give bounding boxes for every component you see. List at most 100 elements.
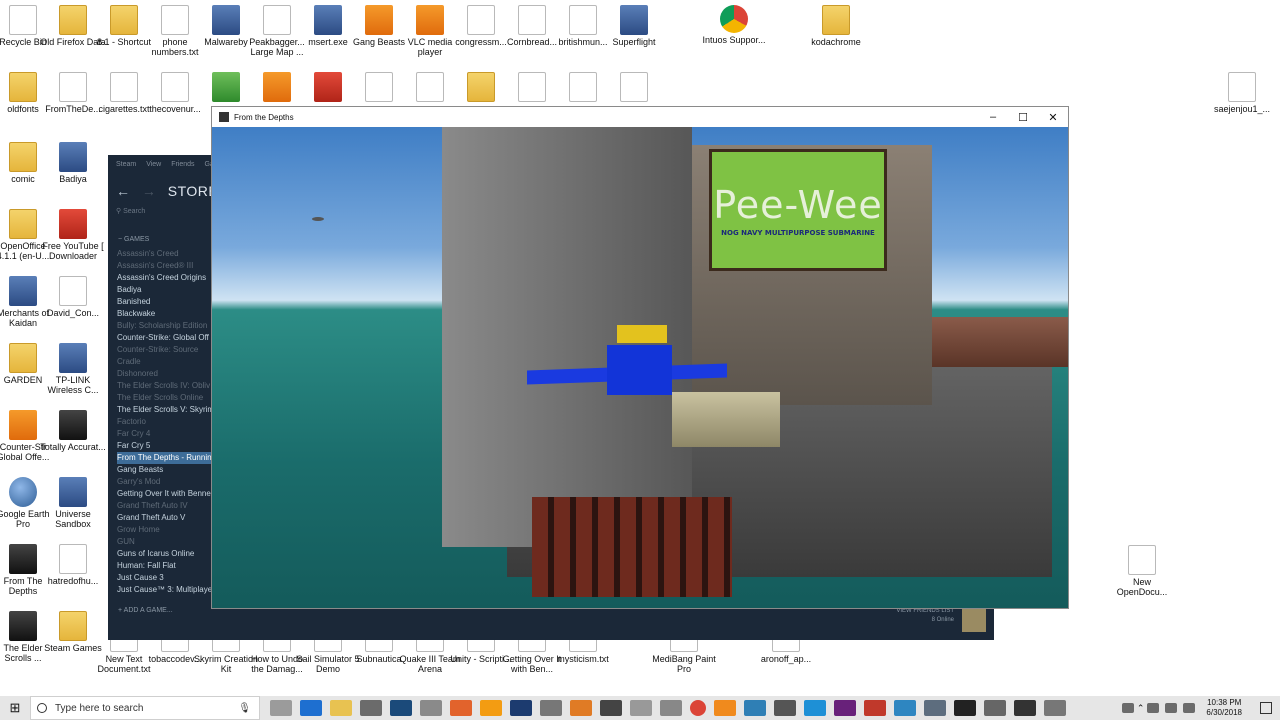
list-item[interactable]: From The Depths - Runnin <box>117 452 219 464</box>
microphone-icon[interactable]: 🎙 <box>238 703 251 714</box>
desktop-icon[interactable]: New OpenDocu... <box>1109 545 1175 597</box>
list-item[interactable]: Assassin's Creed® III <box>117 260 219 272</box>
add-game-button[interactable]: + ADD A GAME... <box>118 607 173 614</box>
list-item[interactable]: The Elder Scrolls IV: Obliv <box>117 380 219 392</box>
desktop-icon[interactable]: Intuos Suppor... <box>701 5 767 45</box>
list-item[interactable]: Grand Theft Auto IV <box>117 500 219 512</box>
list-item[interactable]: Bully: Scholarship Edition <box>117 320 219 332</box>
desktop-icon[interactable]: kodachrome <box>803 5 869 47</box>
close-button[interactable]: ✕ <box>1038 111 1068 124</box>
list-item[interactable]: Guns of Icarus Online <box>117 548 219 560</box>
avatar[interactable] <box>962 608 986 632</box>
app-icon[interactable] <box>420 700 442 716</box>
list-item[interactable]: Just Cause 3 <box>117 572 219 584</box>
list-item[interactable]: Far Cry 5 <box>117 440 219 452</box>
list-item[interactable]: Factorio <box>117 416 219 428</box>
desktop-icon[interactable]: Superflight <box>601 5 667 47</box>
library-search-input[interactable]: ⚲ Search <box>116 207 216 221</box>
app-icon[interactable] <box>744 700 766 716</box>
steam-menu-view[interactable]: View <box>146 161 161 168</box>
forward-arrow-icon[interactable]: → <box>142 183 156 199</box>
search-placeholder: Search <box>123 208 146 215</box>
steam-icon[interactable] <box>390 700 412 716</box>
list-item[interactable]: The Elder Scrolls Online <box>117 392 219 404</box>
app-icon[interactable] <box>984 700 1006 716</box>
list-item[interactable]: Counter-Strike: Source <box>117 344 219 356</box>
notifications-icon[interactable] <box>1260 702 1272 714</box>
title-bar[interactable]: From the Depths – ☐ ✕ <box>212 107 1068 127</box>
illustrator-icon[interactable] <box>480 700 502 716</box>
app-icon[interactable] <box>774 700 796 716</box>
games-section-header[interactable]: − GAMES <box>118 236 149 243</box>
desktop-icon[interactable]: saejenjou1_... <box>1209 72 1275 114</box>
desktop-icon[interactable]: Badiya <box>40 142 106 184</box>
visual-studio-icon[interactable] <box>834 700 856 716</box>
file-explorer-icon[interactable] <box>330 700 352 716</box>
desktop-icon[interactable]: Universe Sandbox <box>40 477 106 529</box>
taskbar-search-input[interactable]: Type here to search 🎙 <box>30 696 260 720</box>
app-icon[interactable] <box>924 700 946 716</box>
windows-icon[interactable]: ⊞ <box>0 700 30 716</box>
network-icon[interactable] <box>1147 703 1160 713</box>
list-item[interactable]: Badiya <box>117 284 219 296</box>
app-icon[interactable] <box>894 700 916 716</box>
app-icon[interactable] <box>1044 700 1066 716</box>
from-the-depths-icon <box>9 544 37 574</box>
steam-menu-steam[interactable]: Steam <box>116 161 136 168</box>
desktop-icon[interactable] <box>601 72 667 104</box>
chrome-icon[interactable] <box>690 700 706 716</box>
zoom-icon[interactable] <box>570 700 592 716</box>
maximize-button[interactable]: ☐ <box>1008 111 1038 124</box>
list-item[interactable]: The Elder Scrolls V: Skyrim <box>117 404 219 416</box>
list-item[interactable]: Grand Theft Auto V <box>117 512 219 524</box>
minimize-button[interactable]: – <box>978 111 1008 123</box>
list-item[interactable]: Counter-Strike: Global Off <box>117 332 219 344</box>
desktop-icon[interactable]: Totally Accurat... <box>40 410 106 452</box>
list-item[interactable]: Garry's Mod <box>117 476 219 488</box>
store-icon[interactable] <box>360 700 382 716</box>
folder-icon <box>59 5 87 35</box>
app-icon[interactable] <box>540 700 562 716</box>
game-viewport[interactable]: Pee-Wee NOG NAVY MULTIPURPOSE SUBMARINE <box>212 127 1068 608</box>
list-item[interactable]: Assassin's Creed <box>117 248 219 260</box>
list-item[interactable]: Human: Fall Flat <box>117 560 219 572</box>
app-icon[interactable] <box>864 700 886 716</box>
chevron-up-icon[interactable]: ⌃ <box>1137 703 1145 714</box>
photoshop-icon[interactable] <box>510 700 532 716</box>
task-view-icon[interactable] <box>270 700 292 716</box>
list-item[interactable]: Blackwake <box>117 308 219 320</box>
app-icon[interactable] <box>954 700 976 716</box>
clock[interactable]: 10:38 PM 6/30/2018 <box>1206 698 1242 718</box>
window-title: From the Depths <box>234 112 294 122</box>
list-item[interactable]: Banished <box>117 296 219 308</box>
list-item[interactable]: Just Cause™ 3: Multiplaye <box>117 584 219 596</box>
from-the-depths-icon[interactable] <box>1014 700 1036 716</box>
language-icon[interactable] <box>1183 703 1196 713</box>
desktop-icon[interactable]: David_Con... <box>40 276 106 318</box>
desktop-icon[interactable]: hatredofhu... <box>40 544 106 586</box>
firefox-icon[interactable] <box>450 700 472 716</box>
volume-icon[interactable] <box>1165 703 1178 713</box>
app-icon[interactable] <box>660 700 682 716</box>
vlc-icon[interactable] <box>714 700 736 716</box>
list-item[interactable]: Grow Home <box>117 524 219 536</box>
list-item[interactable]: GUN <box>117 536 219 548</box>
app-icon[interactable] <box>804 700 826 716</box>
steam-menu-friends[interactable]: Friends <box>171 161 194 168</box>
app-icon[interactable] <box>630 700 652 716</box>
list-item[interactable]: Gang Beasts <box>117 464 219 476</box>
list-item[interactable]: Assassin's Creed Origins <box>117 272 219 284</box>
calculator-icon[interactable] <box>600 700 622 716</box>
desktop-icon[interactable]: Free YouTube [ Downloader <box>40 209 106 261</box>
people-icon[interactable] <box>1121 703 1134 713</box>
back-arrow-icon[interactable]: ← <box>116 183 130 199</box>
list-item[interactable]: Cradle <box>117 356 219 368</box>
desktop-icon[interactable]: TP-LINK Wireless C... <box>40 343 106 395</box>
list-item[interactable]: Far Cry 4 <box>117 428 219 440</box>
game-window[interactable]: From the Depths – ☐ ✕ Pee-Wee NOG NAVY M… <box>211 106 1069 609</box>
desktop-icon-label: New OpenDocu... <box>1116 577 1168 597</box>
edge-icon[interactable] <box>300 700 322 716</box>
list-item[interactable]: Dishonored <box>117 368 219 380</box>
friends-panel[interactable]: VIEW FRIENDS LIST 8 Online <box>896 607 954 625</box>
list-item[interactable]: Getting Over It with Benne <box>117 488 219 500</box>
